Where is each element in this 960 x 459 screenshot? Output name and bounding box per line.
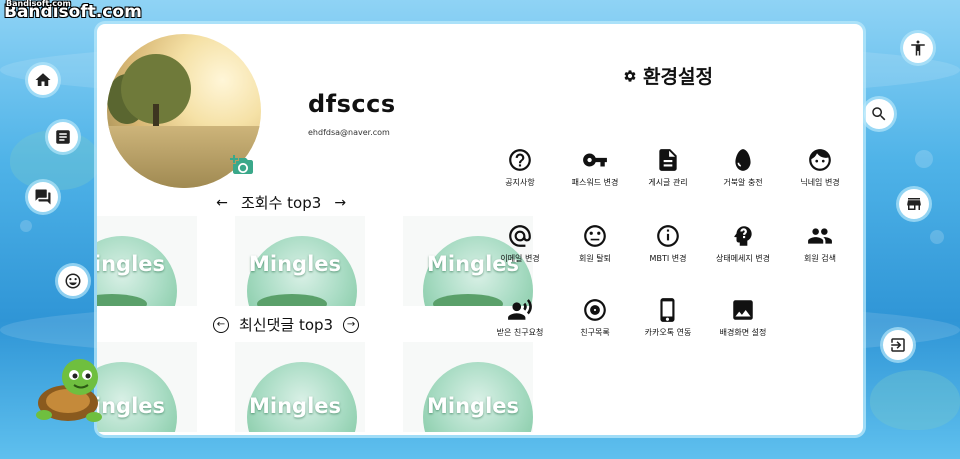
- setting-friend-list[interactable]: 친구목록: [557, 296, 633, 338]
- comments-top3-header: ← 최신댓글 top3 →: [213, 314, 360, 335]
- views-top3-list: Mingles Mingles Mingles: [97, 216, 533, 306]
- setting-password[interactable]: 패스워드 변경: [557, 146, 633, 188]
- setting-label: 상태메세지 변경: [715, 254, 771, 263]
- gear-icon: [624, 69, 636, 82]
- turtle-pupil: [85, 373, 91, 379]
- setting-label: 카카오톡 연동: [644, 328, 692, 337]
- add-photo-icon: [230, 155, 253, 174]
- group-icon: [808, 228, 832, 244]
- setting-background[interactable]: 배경화면 설정: [705, 296, 781, 338]
- profile-username: dfsccs: [308, 90, 396, 118]
- setting-kakao-link[interactable]: 카카오톡 연동: [630, 296, 706, 338]
- setting-label: 배경화면 설정: [719, 328, 767, 337]
- views-prev-button[interactable]: ←: [213, 195, 231, 211]
- setting-mbti[interactable]: MBTI 변경: [630, 222, 706, 264]
- setting-notice[interactable]: 공지사항: [482, 146, 558, 188]
- turtle-leg: [86, 412, 102, 422]
- comments-thumbnail[interactable]: Mingles: [235, 342, 365, 432]
- setting-egg-charge[interactable]: 거북알 충전: [705, 146, 781, 188]
- store-button[interactable]: [899, 189, 929, 219]
- comments-next-button[interactable]: →: [343, 316, 360, 333]
- accessibility-icon: [911, 40, 925, 56]
- search-map-icon: [872, 107, 886, 121]
- setting-label: 회원 검색: [804, 254, 836, 263]
- watermark: Bandisoft.com Bandisoft.com: [4, 0, 142, 22]
- image-icon: [733, 300, 753, 320]
- help-circle-icon: [509, 149, 531, 171]
- setting-posts[interactable]: 게시글 관리: [630, 146, 706, 188]
- settings-title: 환경설정: [623, 62, 713, 89]
- setting-withdraw[interactable]: 회원 탈퇴: [557, 222, 633, 264]
- turtle-head: [62, 359, 98, 395]
- views-thumbnail[interactable]: Mingles: [97, 216, 197, 306]
- board-button[interactable]: [48, 122, 78, 152]
- setting-label: 친구목록: [580, 328, 610, 337]
- article-icon: [659, 149, 677, 171]
- mypage-panel: dfsccs ehdfdsa@naver.com ← 조회수 top3 → Mi…: [97, 24, 863, 435]
- thumbnail-text: Mingles: [249, 394, 342, 418]
- views-next-button[interactable]: →: [331, 195, 349, 211]
- background-bubble: [915, 150, 933, 168]
- home-button[interactable]: [28, 65, 58, 95]
- search-map-button[interactable]: [864, 99, 894, 129]
- comments-thumbnail[interactable]: Mingles: [97, 342, 197, 432]
- background-bubble: [930, 230, 944, 244]
- setting-label: 회원 탈퇴: [579, 254, 611, 263]
- smile-icon: [65, 273, 81, 289]
- emotion-button[interactable]: [58, 266, 88, 296]
- sad-face-icon: [584, 225, 606, 247]
- logout-button[interactable]: [883, 330, 913, 360]
- info-circle-icon: [657, 225, 679, 247]
- setting-label: 공지사항: [505, 178, 535, 187]
- disc-icon: [584, 299, 606, 321]
- face-icon: [809, 149, 831, 171]
- setting-label: 거북알 충전: [723, 178, 763, 187]
- watermark-small: Bandisoft.com: [6, 0, 71, 8]
- psychology-icon: [734, 226, 752, 246]
- setting-member-search[interactable]: 회원 검색: [782, 222, 858, 264]
- home-icon: [35, 73, 51, 86]
- thumbnail-text: Mingles: [97, 252, 166, 276]
- article-icon: [56, 130, 70, 144]
- settings-title-text: 환경설정: [643, 66, 713, 88]
- comments-prev-button[interactable]: ←: [213, 316, 229, 333]
- views-top3-header: ← 조회수 top3 →: [213, 192, 349, 213]
- chat-icon: [35, 189, 51, 205]
- views-thumbnail[interactable]: Mingles: [235, 216, 365, 306]
- at-sign-icon: [509, 225, 531, 247]
- setting-label: 받은 친구요청: [496, 328, 544, 337]
- setting-label: 패스워드 변경: [571, 178, 619, 187]
- setting-label: 이메일 변경: [500, 254, 540, 263]
- smartphone-icon: [660, 298, 675, 322]
- turtle-leg: [36, 410, 52, 420]
- views-top3-title: 조회수 top3: [241, 194, 322, 212]
- record-voice-icon: [508, 299, 532, 320]
- setting-status-message[interactable]: 상태메세지 변경: [705, 222, 781, 264]
- turtle-mascot: [36, 359, 102, 422]
- turtle-pupil: [72, 373, 78, 379]
- background-turtle: [870, 370, 960, 430]
- setting-friend-requests[interactable]: 받은 친구요청: [482, 296, 558, 338]
- logout-icon: [891, 338, 905, 352]
- comments-top3-list: Mingles Mingles Mingles: [97, 342, 533, 432]
- setting-nickname[interactable]: 닉네임 변경: [782, 146, 858, 188]
- setting-label: 게시글 관리: [648, 178, 688, 187]
- key-icon: [583, 153, 607, 167]
- egg-icon: [735, 149, 751, 171]
- change-photo-button[interactable]: [230, 154, 254, 174]
- setting-label: MBTI 변경: [649, 254, 687, 263]
- comments-thumbnail[interactable]: Mingles: [403, 342, 533, 432]
- store-icon: [907, 198, 921, 210]
- background-bubble: [20, 220, 32, 232]
- accessibility-button[interactable]: [903, 33, 933, 63]
- thumbnail-text: Mingles: [427, 394, 520, 418]
- setting-email[interactable]: 이메일 변경: [482, 222, 558, 264]
- thumbnail-text: Mingles: [249, 252, 342, 276]
- profile-email: ehdfdsa@naver.com: [308, 128, 390, 137]
- chat-button[interactable]: [28, 182, 58, 212]
- setting-label: 닉네임 변경: [800, 178, 840, 187]
- comments-top3-title: 최신댓글 top3: [239, 316, 334, 334]
